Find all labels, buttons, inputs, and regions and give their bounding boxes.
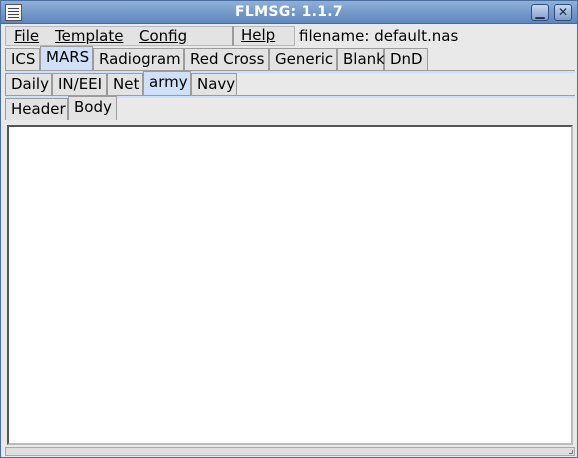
tab-navy[interactable]: Navy bbox=[191, 73, 237, 95]
minimize-icon[interactable]: ▁ bbox=[531, 4, 549, 21]
tab-ics[interactable]: ICS bbox=[5, 48, 40, 70]
tab-army[interactable]: army bbox=[143, 71, 191, 95]
tab-blank[interactable]: Blank bbox=[337, 48, 385, 70]
body-text-area[interactable] bbox=[7, 125, 573, 445]
tab-radiogram[interactable]: Radiogram bbox=[93, 48, 184, 70]
menu-config[interactable]: Config bbox=[139, 27, 187, 45]
menu-help[interactable]: Help bbox=[232, 26, 295, 46]
filename-label: filename: default.nas bbox=[299, 27, 459, 45]
tab-in-eei[interactable]: IN/EEI bbox=[52, 73, 107, 95]
tab-dnd[interactable]: DnD bbox=[384, 48, 428, 70]
close-icon[interactable]: ✕ bbox=[554, 4, 572, 21]
app-window: FLMSG: 1.1.7 ▁ ✕ File Template Config He… bbox=[0, 0, 578, 458]
status-bar bbox=[5, 447, 575, 456]
tab-red-cross[interactable]: Red Cross bbox=[184, 48, 269, 70]
tab-generic[interactable]: Generic bbox=[269, 48, 337, 70]
menu-file[interactable]: File bbox=[14, 27, 39, 45]
menu-config-label: Config bbox=[139, 27, 188, 45]
menu-template-label: Template bbox=[55, 27, 124, 45]
tab-body[interactable]: Body bbox=[68, 96, 117, 120]
tab-header[interactable]: Header bbox=[5, 98, 68, 120]
menu-template[interactable]: Template bbox=[55, 27, 123, 45]
menu-help-label: Help bbox=[241, 26, 276, 44]
tab-mars[interactable]: MARS bbox=[40, 46, 93, 70]
resize-grip-icon[interactable] bbox=[569, 450, 573, 454]
tab-daily[interactable]: Daily bbox=[5, 73, 52, 95]
menu-file-label: File bbox=[14, 27, 40, 45]
window-title: FLMSG: 1.1.7 bbox=[235, 4, 343, 20]
title-bar[interactable]: FLMSG: 1.1.7 ▁ ✕ bbox=[1, 1, 577, 24]
tab-net[interactable]: Net bbox=[107, 73, 143, 95]
